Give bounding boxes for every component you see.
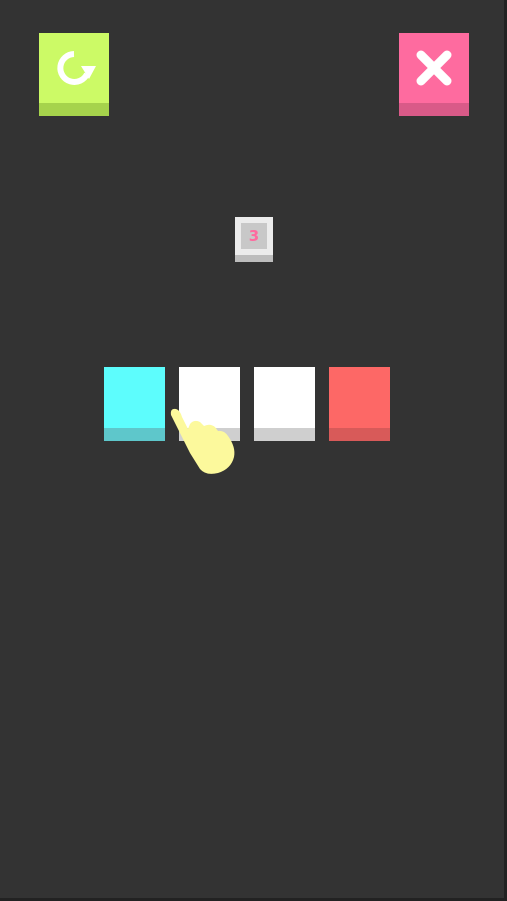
restart-button-base xyxy=(39,103,109,116)
move-counter: 3 xyxy=(235,217,273,262)
close-icon xyxy=(416,50,452,86)
tile-base xyxy=(254,428,315,441)
tile-face xyxy=(104,367,165,428)
move-counter-value: 3 xyxy=(248,227,260,245)
close-button[interactable] xyxy=(399,33,469,116)
tile-face xyxy=(254,367,315,428)
tile-base xyxy=(179,428,240,441)
color-tile-cyan[interactable] xyxy=(104,367,165,441)
color-tile-red[interactable] xyxy=(329,367,390,441)
close-button-base xyxy=(399,103,469,116)
tile-face xyxy=(329,367,390,428)
restart-icon xyxy=(57,51,96,85)
tile-base xyxy=(329,428,390,441)
color-tile-white[interactable] xyxy=(179,367,240,441)
tile-base xyxy=(104,428,165,441)
color-tile-white[interactable] xyxy=(254,367,315,441)
tile-face xyxy=(179,367,240,428)
move-counter-base xyxy=(235,255,273,262)
restart-button[interactable] xyxy=(39,33,109,116)
